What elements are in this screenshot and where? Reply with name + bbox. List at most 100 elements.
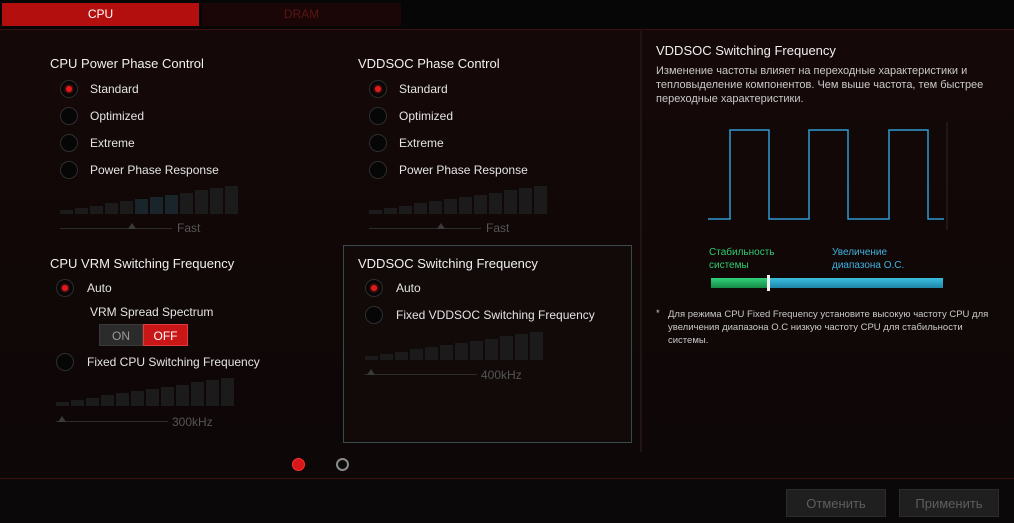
slider-step (101, 395, 114, 406)
slider-step (206, 380, 219, 406)
slider-step (384, 208, 397, 214)
slider-step (210, 188, 223, 214)
fixed-cpu-switching-radio[interactable] (56, 353, 74, 371)
vddsoc-phase-standard-radio[interactable] (369, 80, 387, 98)
slider-step (165, 195, 178, 214)
slider-step (60, 210, 73, 214)
slider-step (71, 400, 84, 406)
slider-step (399, 206, 412, 214)
vddsoc-phase-extreme-label: Extreme (399, 136, 444, 150)
cpu-power-phase-title: CPU Power Phase Control (50, 56, 204, 71)
cpu-phase-standard-label: Standard (90, 82, 139, 96)
cpu-vrm-auto-label: Auto (87, 281, 112, 295)
slider-step (440, 345, 453, 360)
vddsoc-phase-title: VDDSOC Phase Control (358, 56, 500, 71)
stability-label: Стабильность системы (709, 247, 775, 271)
slider-step (444, 199, 457, 214)
cpu-phase-response-label: Power Phase Response (90, 163, 219, 177)
slider-step (131, 391, 144, 406)
cpu-vrm-slider-track (56, 421, 168, 422)
slider-step (191, 382, 204, 406)
vddsoc-switching-auto-radio[interactable] (365, 279, 383, 297)
cpu-vrm-auto-radio[interactable] (56, 279, 74, 297)
slider-step (425, 347, 438, 360)
cpu-phase-slider-label: Fast (177, 221, 201, 235)
vddsoc-phase-optimized-radio[interactable] (369, 107, 387, 125)
cpu-phase-optimized-label: Optimized (90, 109, 145, 123)
vddsoc-phase-extreme-radio[interactable] (369, 134, 387, 152)
slider-step (504, 190, 517, 214)
cpu-phase-optimized-radio[interactable] (60, 107, 78, 125)
range-marker (767, 275, 770, 291)
slider-step (150, 197, 163, 214)
slider-step (489, 193, 502, 214)
vddsoc-switching-title: VDDSOC Switching Frequency (358, 256, 538, 271)
vddsoc-phase-standard-label: Standard (399, 82, 448, 96)
slider-step (530, 332, 543, 360)
slider-step (90, 206, 103, 214)
slider-step (459, 197, 472, 214)
slider-step (365, 356, 378, 360)
cpu-phase-standard-radio[interactable] (60, 80, 78, 98)
slider-step (105, 203, 118, 214)
slider-step (116, 393, 129, 406)
vertical-divider (640, 31, 642, 452)
info-description: Изменение частоты влияет на переходные х… (656, 65, 984, 105)
fixed-vddsoc-switching-radio[interactable] (365, 306, 383, 324)
page-dot-1[interactable] (292, 458, 305, 471)
vddsoc-phase-slider (369, 186, 551, 214)
tab-cpu[interactable]: CPU (2, 3, 199, 26)
cpu-vrm-slider-handle (58, 416, 66, 422)
toggle-off-button[interactable]: OFF (143, 324, 188, 346)
vddsoc-switching-slider-track (365, 374, 477, 375)
cpu-phase-extreme-label: Extreme (90, 136, 135, 150)
slider-step (515, 334, 528, 360)
slider-step (221, 378, 234, 406)
slider-step (225, 186, 238, 214)
vddsoc-phase-slider-handle (437, 223, 445, 229)
switching-waveform-graph (708, 122, 948, 230)
cancel-button[interactable]: Отменить (786, 489, 886, 517)
fixed-cpu-switching-label: Fixed CPU Switching Frequency (87, 355, 260, 369)
vddsoc-switching-slider-handle (367, 369, 375, 375)
info-title: VDDSOC Switching Frequency (656, 43, 836, 58)
slider-step (161, 387, 174, 406)
cpu-vrm-title: CPU VRM Switching Frequency (50, 256, 235, 271)
info-note: Для режима CPU Fixed Frequency установит… (668, 309, 989, 346)
slider-step (485, 339, 498, 360)
vddsoc-switching-auto-label: Auto (396, 281, 421, 295)
cpu-phase-slider (60, 186, 242, 214)
vddsoc-phase-slider-label: Fast (486, 221, 510, 235)
slider-step (56, 402, 69, 406)
slider-step (395, 352, 408, 360)
cpu-vrm-slider (56, 378, 238, 406)
slider-step (410, 349, 423, 360)
fixed-vddsoc-switching-label: Fixed VDDSOC Switching Frequency (396, 308, 595, 322)
slider-step (519, 188, 532, 214)
vddsoc-phase-slider-track (369, 228, 481, 229)
cpu-phase-response-radio[interactable] (60, 161, 78, 179)
tab-bar: CPU DRAM (0, 0, 1014, 30)
vrm-spread-spectrum-toggle[interactable]: ON OFF (99, 324, 188, 346)
cpu-phase-slider-track (60, 228, 172, 229)
waveform-line (708, 129, 944, 220)
cpu-phase-extreme-radio[interactable] (60, 134, 78, 152)
note-asterisk: * (656, 308, 660, 319)
page-dot-2[interactable] (336, 458, 349, 471)
slider-step (500, 336, 513, 360)
cpu-vrm-slider-label: 300kHz (172, 415, 213, 429)
vddsoc-phase-response-radio[interactable] (369, 161, 387, 179)
vddsoc-phase-response-label: Power Phase Response (399, 163, 528, 177)
slider-step (474, 195, 487, 214)
tab-dram[interactable]: DRAM (202, 3, 401, 26)
slider-step (380, 354, 393, 360)
slider-step (534, 186, 547, 214)
vrm-spread-spectrum-label: VRM Spread Spectrum (90, 305, 214, 319)
toggle-on-button[interactable]: ON (99, 324, 143, 346)
apply-button[interactable]: Применить (899, 489, 999, 517)
slider-step (146, 389, 159, 406)
oc-range-label: Увеличение диапазона O.C. (832, 247, 905, 271)
vddsoc-switching-slider-label: 400kHz (481, 368, 522, 382)
slider-step (176, 385, 189, 406)
slider-step (180, 193, 193, 214)
